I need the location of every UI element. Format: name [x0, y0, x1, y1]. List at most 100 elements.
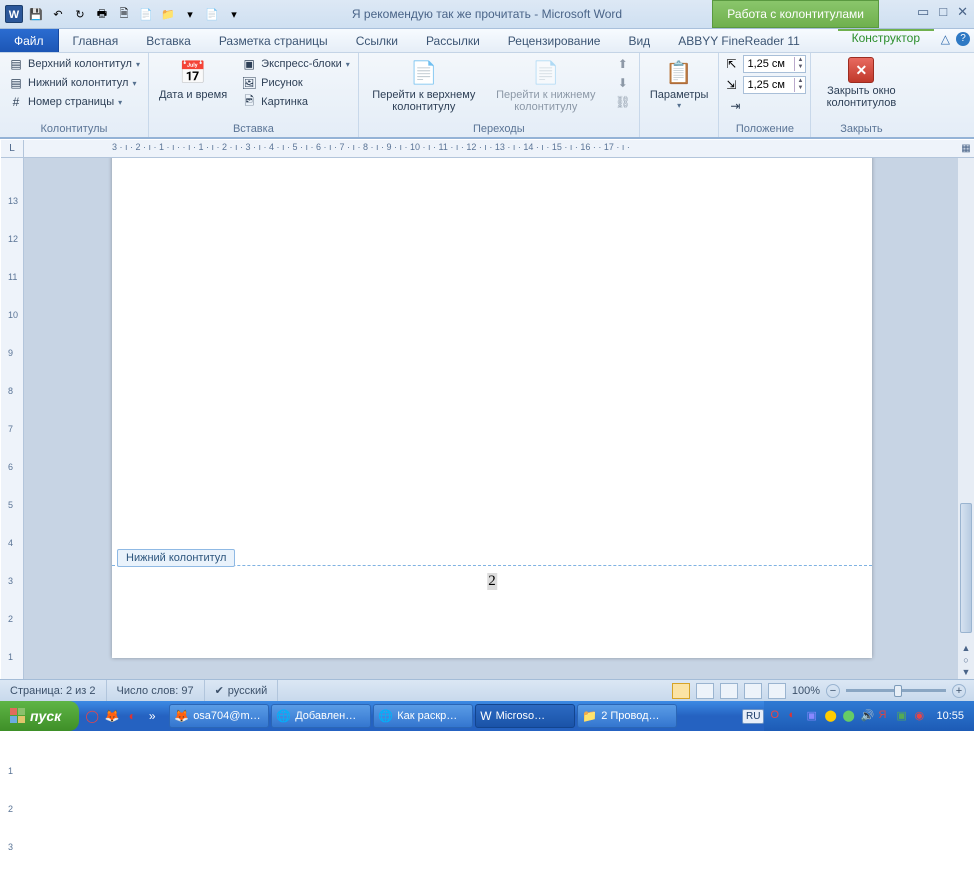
- tab-mailings[interactable]: Рассылки: [412, 29, 494, 52]
- page-number-button[interactable]: #Номер страницы: [4, 93, 144, 111]
- tray-app1-icon[interactable]: ◐: [788, 709, 802, 723]
- status-language[interactable]: ✔русский: [205, 680, 279, 701]
- windows-taskbar: пуск ◯ 🦊 ◐ » 🦊osa704@m…🌐Добавлен…🌐Как ра…: [0, 701, 974, 731]
- system-tray: O ◐ ▣ ⬤ ⬤ 🔊 Я ▣ ◉ 10:55: [764, 701, 974, 731]
- view-print-layout-button[interactable]: [672, 683, 690, 699]
- tray-app2-icon[interactable]: ▣: [806, 709, 820, 723]
- new-doc-icon[interactable]: 📄: [136, 4, 156, 24]
- taskbar-item[interactable]: 📁2 Провод…: [577, 704, 677, 728]
- tab-review[interactable]: Рецензирование: [494, 29, 615, 52]
- taskbar-item[interactable]: 🌐Как раскр…: [373, 704, 473, 728]
- header-bottom-margin-input[interactable]: ▲▼: [743, 76, 806, 94]
- goto-bottom-header-button[interactable]: 📄 Перейти к нижнему колонтитулу: [485, 55, 607, 115]
- header-top-margin-input[interactable]: ▲▼: [743, 55, 806, 73]
- tray-app5-icon[interactable]: ▣: [896, 709, 910, 723]
- page[interactable]: Нижний колонтитул 2: [112, 158, 872, 658]
- goto-bottom-icon: 📄: [530, 57, 562, 89]
- bottom-header-button[interactable]: ▤Нижний колонтитул: [4, 74, 144, 92]
- taskbar-clock[interactable]: 10:55: [932, 710, 968, 722]
- view-web-button[interactable]: [720, 683, 738, 699]
- vertical-scrollbar[interactable]: ▲ ○ ▼: [958, 158, 974, 679]
- prev-page-icon[interactable]: ▲: [962, 643, 971, 653]
- document-scroll[interactable]: Нижний колонтитул 2: [24, 158, 958, 679]
- quick-print-icon[interactable]: 🖶: [92, 4, 112, 24]
- tray-app3-icon[interactable]: ⬤: [824, 709, 838, 723]
- minimize-icon[interactable]: ▭: [917, 4, 929, 20]
- footer-page-number[interactable]: 2: [487, 573, 497, 590]
- tab-constructor[interactable]: Конструктор: [838, 29, 934, 45]
- close-icon[interactable]: ✕: [957, 4, 968, 20]
- ribbon-minimize-icon[interactable]: △: [941, 32, 950, 46]
- top-header-button[interactable]: ▤Верхний колонтитул: [4, 55, 144, 73]
- close-x-icon: ✕: [848, 57, 874, 83]
- page-number-icon: #: [8, 94, 24, 110]
- ql-firefox-icon[interactable]: 🦊: [103, 707, 121, 725]
- tray-network-icon[interactable]: ⬤: [842, 709, 856, 723]
- horizontal-ruler[interactable]: 3 · ı · 2 · ı · 1 · ı · · ı · 1 · ı · 2 …: [24, 140, 958, 158]
- parameters-button[interactable]: 📋 Параметры: [644, 55, 715, 112]
- ql-app-icon[interactable]: ◐: [123, 707, 141, 725]
- word-app-icon[interactable]: W: [4, 4, 24, 24]
- tab-references[interactable]: Ссылки: [342, 29, 412, 52]
- qat-more-icon[interactable]: ▾: [224, 4, 244, 24]
- tab-selector[interactable]: L: [1, 140, 24, 158]
- close-header-footer-button[interactable]: ✕ Закрыть окно колонтитулов: [815, 55, 907, 111]
- vertical-ruler[interactable]: 13121110987654321123: [1, 158, 24, 679]
- zoom-level[interactable]: 100%: [792, 685, 820, 697]
- save-icon[interactable]: 💾: [26, 4, 46, 24]
- nav-next-button[interactable]: ⬇: [611, 74, 635, 92]
- zoom-in-button[interactable]: +: [952, 684, 966, 698]
- prev-icon: ⬆: [615, 56, 631, 72]
- clipart-icon: 🖻: [241, 94, 257, 110]
- tab-view[interactable]: Вид: [614, 29, 664, 52]
- zoom-slider-thumb[interactable]: [894, 685, 902, 697]
- goto-top-header-button[interactable]: 📄 Перейти к верхнему колонтитулу: [363, 55, 485, 115]
- status-bar: Страница: 2 из 2 Число слов: 97 ✔русский…: [0, 679, 974, 701]
- next-icon: ⬇: [615, 75, 631, 91]
- datetime-button[interactable]: 📅 Дата и время: [153, 55, 233, 103]
- language-indicator[interactable]: RU: [742, 709, 764, 724]
- insert-align-tab-button[interactable]: ⇥: [723, 97, 806, 115]
- ql-more-icon[interactable]: »: [143, 707, 161, 725]
- express-blocks-button[interactable]: ▣Экспресс-блоки: [237, 55, 354, 73]
- taskbar-item[interactable]: 🌐Добавлен…: [271, 704, 371, 728]
- status-word-count[interactable]: Число слов: 97: [107, 680, 205, 701]
- next-page-icon[interactable]: ▼: [962, 667, 971, 677]
- zoom-slider[interactable]: [846, 689, 946, 692]
- tray-app6-icon[interactable]: ◉: [914, 709, 928, 723]
- tab-layout[interactable]: Разметка страницы: [205, 29, 342, 52]
- tab-file[interactable]: Файл: [0, 29, 59, 52]
- print-preview-icon[interactable]: 🗎: [114, 4, 134, 24]
- nav-prev-button[interactable]: ⬆: [611, 55, 635, 73]
- tray-opera-icon[interactable]: O: [770, 709, 784, 723]
- view-outline-button[interactable]: [744, 683, 762, 699]
- view-draft-button[interactable]: [768, 683, 786, 699]
- qat-btn6-icon[interactable]: 📄: [202, 4, 222, 24]
- picture-button[interactable]: 🖼Рисунок: [237, 74, 354, 92]
- link-icon: ⛓: [615, 94, 631, 110]
- window-title: Я рекомендую так же прочитать - Microsof…: [352, 7, 622, 21]
- nav-link-button[interactable]: ⛓: [611, 93, 635, 111]
- ql-opera-icon[interactable]: ◯: [83, 707, 101, 725]
- scrollbar-thumb[interactable]: [960, 503, 972, 633]
- ruler-toggle-button[interactable]: ▦: [958, 140, 974, 158]
- browse-object-icon[interactable]: ○: [963, 655, 968, 665]
- tab-insert[interactable]: Вставка: [132, 29, 205, 52]
- help-icon[interactable]: ?: [956, 32, 970, 46]
- taskbar-item[interactable]: 🦊osa704@m…: [169, 704, 269, 728]
- tray-app4-icon[interactable]: Я: [878, 709, 892, 723]
- undo-icon[interactable]: ↶: [48, 4, 68, 24]
- ribbon-group-position: ⇱ ▲▼ ⇲ ▲▼ ⇥ Положение: [719, 53, 811, 137]
- clipart-button[interactable]: 🖻Картинка: [237, 93, 354, 111]
- tab-abbyy[interactable]: ABBYY FineReader 11: [664, 29, 814, 52]
- open-icon[interactable]: 📁: [158, 4, 178, 24]
- tray-volume-icon[interactable]: 🔊: [860, 709, 874, 723]
- maximize-icon[interactable]: □: [939, 4, 947, 20]
- qat-btn5-icon[interactable]: ▾: [180, 4, 200, 24]
- calendar-icon: 📅: [177, 57, 209, 89]
- tab-home[interactable]: Главная: [59, 29, 133, 52]
- redo-icon[interactable]: ↻: [70, 4, 90, 24]
- taskbar-item[interactable]: WMicroso…: [475, 704, 575, 728]
- view-fullscreen-button[interactable]: [696, 683, 714, 699]
- zoom-out-button[interactable]: −: [826, 684, 840, 698]
